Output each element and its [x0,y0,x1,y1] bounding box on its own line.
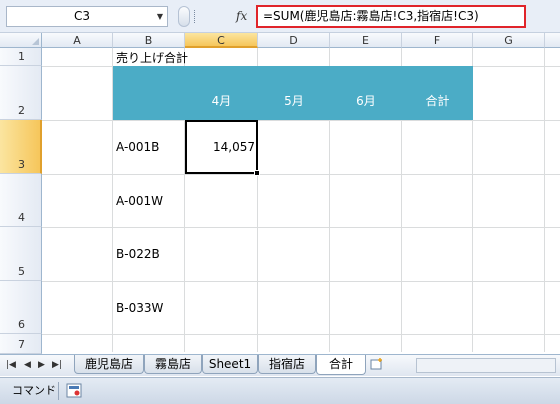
cell-b6[interactable]: B-033W [116,300,163,316]
column-header-g[interactable]: G [473,33,545,48]
row-header-2[interactable]: 2 [0,66,42,120]
active-cell-cursor[interactable] [185,120,260,176]
status-mode: コマンド [12,384,56,397]
row-header-3[interactable]: 3 [0,120,42,174]
formula-bar-splitter[interactable] [194,10,196,23]
cell-f2[interactable]: 合計 [402,91,473,111]
sheet-tab-bar: |◀ ◀ ▶ ▶| 鹿児島店 霧島店 Sheet1 指宿店 合計 [0,354,560,376]
dropdown-arrow-icon[interactable]: ▼ [157,7,163,26]
row-header-1[interactable]: 1 [0,48,42,66]
gridline [42,174,560,175]
column-header-h[interactable] [545,33,560,48]
last-sheet-icon[interactable]: ▶| [52,359,62,371]
cell-b3[interactable]: A-001B [116,139,159,155]
column-header-e[interactable]: E [330,33,402,48]
sheet-tab-kirishima[interactable]: 霧島店 [144,355,202,374]
row-header-7[interactable]: 7 [0,334,42,354]
column-header-d[interactable]: D [258,33,330,48]
row-number: 7 [18,338,25,351]
column-header-b[interactable]: B [113,33,185,48]
gridline [42,227,560,228]
sheet-tab-sheet1[interactable]: Sheet1 [202,355,258,374]
row-header-4[interactable]: 4 [0,174,42,227]
new-sheet-icon[interactable] [370,357,384,370]
sheet-tab-total[interactable]: 合計 [316,355,366,375]
cell-b4[interactable]: A-001W [116,193,163,209]
first-sheet-icon[interactable]: |◀ [6,359,16,371]
sheet-tab-ibusuki[interactable]: 指宿店 [258,355,316,374]
status-bar: コマンド [0,377,560,404]
column-header-c[interactable]: C [185,33,258,48]
row-number: 5 [18,265,25,278]
row-number: 6 [18,318,25,331]
gridline [42,334,560,335]
row-number: 1 [18,50,25,63]
row-number: 3 [18,158,25,171]
name-box-value[interactable]: C3 [7,7,157,26]
gridline [544,48,545,352]
name-box[interactable]: C3 ▼ [6,6,168,27]
cell-c2[interactable]: 4月 [185,91,258,111]
row-number: 4 [18,211,25,224]
sheet-tab-kagoshima[interactable]: 鹿児島店 [74,355,144,374]
cell-b5[interactable]: B-022B [116,246,160,262]
gridline [42,120,560,121]
macro-record-icon[interactable] [66,383,82,398]
column-header-a[interactable]: A [42,33,113,48]
cell-e2[interactable]: 6月 [330,91,402,111]
gridline [42,281,560,282]
row-header-5[interactable]: 5 [0,227,42,281]
cell-b1[interactable]: 売り上げ合計 [116,50,188,66]
status-separator [58,382,59,400]
select-all-button[interactable] [0,33,42,48]
fx-icon[interactable]: fx [236,6,247,27]
horizontal-scrollbar[interactable] [416,358,556,373]
cell-d2[interactable]: 5月 [258,91,330,111]
row-header-6[interactable]: 6 [0,281,42,334]
row-number: 2 [18,104,25,117]
next-sheet-icon[interactable]: ▶ [38,359,45,371]
formula-bar-resize-handle[interactable] [178,6,190,27]
fill-handle[interactable] [254,170,260,176]
column-header-f[interactable]: F [402,33,473,48]
worksheet-grid[interactable]: A B C D E F G 1 2 3 4 5 6 7 4月 5月 6月 合計 … [0,33,560,354]
prev-sheet-icon[interactable]: ◀ [24,359,31,371]
formula-bar-area: C3 ▼ fx =SUM(鹿児島店:霧島店!C3,指宿店!C3) [0,0,560,33]
formula-input[interactable]: =SUM(鹿児島店:霧島店!C3,指宿店!C3) [256,5,526,28]
